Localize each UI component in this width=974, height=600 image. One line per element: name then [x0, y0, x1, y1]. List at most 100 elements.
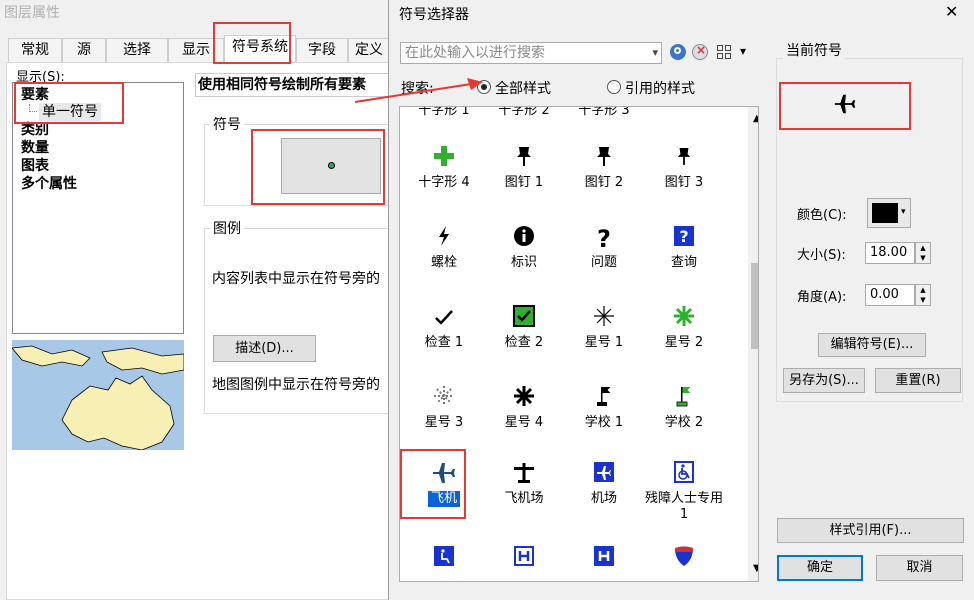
angle-stepper[interactable]: ▲ ▼ [915, 284, 931, 306]
scroll-down-icon[interactable]: ▼ [753, 563, 758, 574]
edit-symbol-button[interactable]: 编辑符号(E)... [818, 333, 926, 357]
symbol-cross-4[interactable]: 十字形 4 [404, 145, 484, 191]
list-item-charts[interactable]: 图表 [21, 157, 49, 175]
symbol-info[interactable]: 标识 [484, 225, 564, 271]
size-input[interactable]: 18.00 [865, 242, 915, 264]
flag-icon [564, 385, 644, 413]
symbol-star-4[interactable]: 星号 4 [484, 385, 564, 431]
symbol-hospital-2[interactable] [564, 545, 644, 573]
close-icon[interactable]: ✕ [945, 2, 958, 21]
legend-text-map: 地图图例中显示在符号旁的 [212, 377, 380, 393]
angle-input[interactable]: 0.00 [865, 284, 915, 306]
symbol-query[interactable]: ? 查询 [644, 225, 724, 271]
tab-definition[interactable]: 定义 [348, 38, 390, 62]
green-star-icon [644, 305, 724, 333]
size-stepper[interactable]: ▲ ▼ [915, 242, 931, 264]
list-item-multiple-attributes[interactable]: 多个属性 [21, 175, 77, 193]
tab-general[interactable]: 常规 [8, 38, 62, 62]
legend-group-label: 图例 [210, 218, 244, 238]
symbol-label: 标识 [510, 255, 537, 270]
symbol-pushpin-2[interactable]: 图钉 2 [564, 145, 644, 191]
symbol-airfield[interactable]: 飞机场 [484, 461, 564, 507]
color-label: 颜色(C): [797, 208, 847, 223]
clear-search-icon[interactable]: × [692, 43, 708, 60]
symbol-interstate[interactable] [644, 545, 724, 573]
symbol-star-2[interactable]: 星号 2 [644, 305, 724, 351]
symbol-cross-3[interactable]: 十字形 3 [564, 107, 644, 119]
symbol-cross-2[interactable]: 十字形 2 [484, 106, 564, 119]
reset-button[interactable]: 重置(R) [875, 368, 961, 393]
symbol-star-1[interactable]: 星号 1 [564, 305, 644, 351]
radio-referenced-styles-label[interactable]: 引用的样式 [625, 78, 695, 98]
airplane-icon [833, 92, 857, 120]
airport-icon [484, 461, 564, 489]
chevron-down-icon[interactable]: ▾ [652, 43, 658, 63]
symbol-label: 学校 1 [584, 415, 624, 430]
annotation-box-symbol-preview [251, 129, 385, 205]
describe-button[interactable]: 描述(D)... [213, 335, 316, 362]
symbol-school-2[interactable]: 学校 2 [644, 385, 724, 431]
tab-source[interactable]: 源 [62, 38, 106, 62]
radio-all-styles-label[interactable]: 全部样式 [495, 78, 551, 98]
symbol-pushpin-3[interactable]: 图钉 3 [644, 145, 724, 191]
asterisk-icon [564, 305, 644, 333]
cancel-button[interactable]: 取消 [876, 555, 963, 581]
list-item-quantities[interactable]: 数量 [21, 139, 49, 157]
symbol-label: 螺栓 [430, 255, 457, 270]
symbol-wheelchair-2[interactable] [404, 545, 484, 573]
symbol-wheelchair-1[interactable]: 残障人士专用 1 [644, 461, 724, 523]
current-symbol-label: 当前符号 [783, 40, 845, 60]
symbol-gallery[interactable]: 十字形 1 十字形 2 十字形 3 十字形 4 图钉 1 图钉 2 图钉 3 螺… [399, 106, 759, 582]
symbol-question[interactable]: ? 问题 [564, 225, 644, 271]
symbol-label: 星号 2 [664, 335, 704, 350]
radio-referenced-styles[interactable] [607, 80, 621, 94]
symbol-pushpin-1[interactable]: 图钉 1 [484, 145, 564, 191]
scrollbar-thumb[interactable] [751, 263, 758, 349]
symbol-label: 机场 [590, 491, 617, 506]
tab-selection[interactable]: 选择 [106, 38, 168, 62]
save-as-button[interactable]: 另存为(S)... [783, 368, 865, 393]
symbol-check-1[interactable]: 检查 1 [404, 305, 484, 351]
symbol-star-3[interactable]: 星号 3 [404, 385, 484, 431]
symbol-airport[interactable]: 机场 [564, 461, 644, 507]
symbol-label: 星号 3 [424, 415, 464, 430]
symbol-label: 学校 2 [664, 415, 704, 430]
annotation-box-current-symbol [779, 82, 911, 130]
search-input[interactable]: 在此处输入以进行搜索 ▾ [400, 42, 662, 64]
style-references-button[interactable]: 样式引用(F)... [777, 518, 964, 543]
interstate-shield-icon [644, 545, 724, 573]
green-flag-icon [644, 385, 724, 413]
symbol-school-1[interactable]: 学校 1 [564, 385, 644, 431]
view-grid-icon[interactable] [717, 44, 733, 60]
layer-properties-window: 图层属性 常规 源 选择 显示 符号系统 字段 定义 显示(S): 要素 单一符… [0, 0, 390, 600]
symbol-hospital-1[interactable] [484, 545, 564, 573]
hospital-icon [484, 545, 564, 573]
symbol-bolt[interactable]: 螺栓 [404, 225, 484, 271]
bold-asterisk-icon [484, 385, 564, 413]
symbol-check-2[interactable]: 检查 2 [484, 305, 564, 351]
australia-map [12, 345, 184, 450]
symbol-label: 图钉 1 [504, 175, 544, 190]
symbol-cross-1[interactable]: 十字形 1 [404, 107, 484, 119]
symbol-label: 查询 [670, 255, 697, 270]
symbol-label: 检查 1 [424, 335, 464, 350]
search-icon[interactable] [670, 44, 686, 60]
map-preview [12, 340, 184, 450]
symbol-label: 检查 2 [504, 335, 544, 350]
wheelchair-icon [404, 545, 484, 573]
tab-fields[interactable]: 字段 [296, 38, 348, 62]
wheelchair-icon [644, 461, 724, 489]
size-label: 大小(S): [797, 248, 846, 263]
symbol-label: 十字形 2 [498, 106, 550, 118]
annotation-box-single-symbol [14, 82, 124, 124]
gallery-scrollbar[interactable]: ▲ ▼ [748, 107, 758, 581]
pushpin-icon [564, 145, 644, 173]
ok-button[interactable]: 确定 [777, 555, 863, 581]
angle-label: 角度(A): [797, 290, 847, 305]
scroll-up-icon[interactable]: ▲ [753, 113, 758, 124]
symbol-label: 残障人士专用 1 [644, 491, 723, 522]
symbol-label: 星号 4 [504, 415, 544, 430]
chevron-down-icon[interactable]: ▾ [901, 207, 906, 217]
view-options-chevron-icon[interactable]: ▾ [740, 44, 746, 58]
color-picker[interactable]: ▾ [867, 198, 911, 228]
